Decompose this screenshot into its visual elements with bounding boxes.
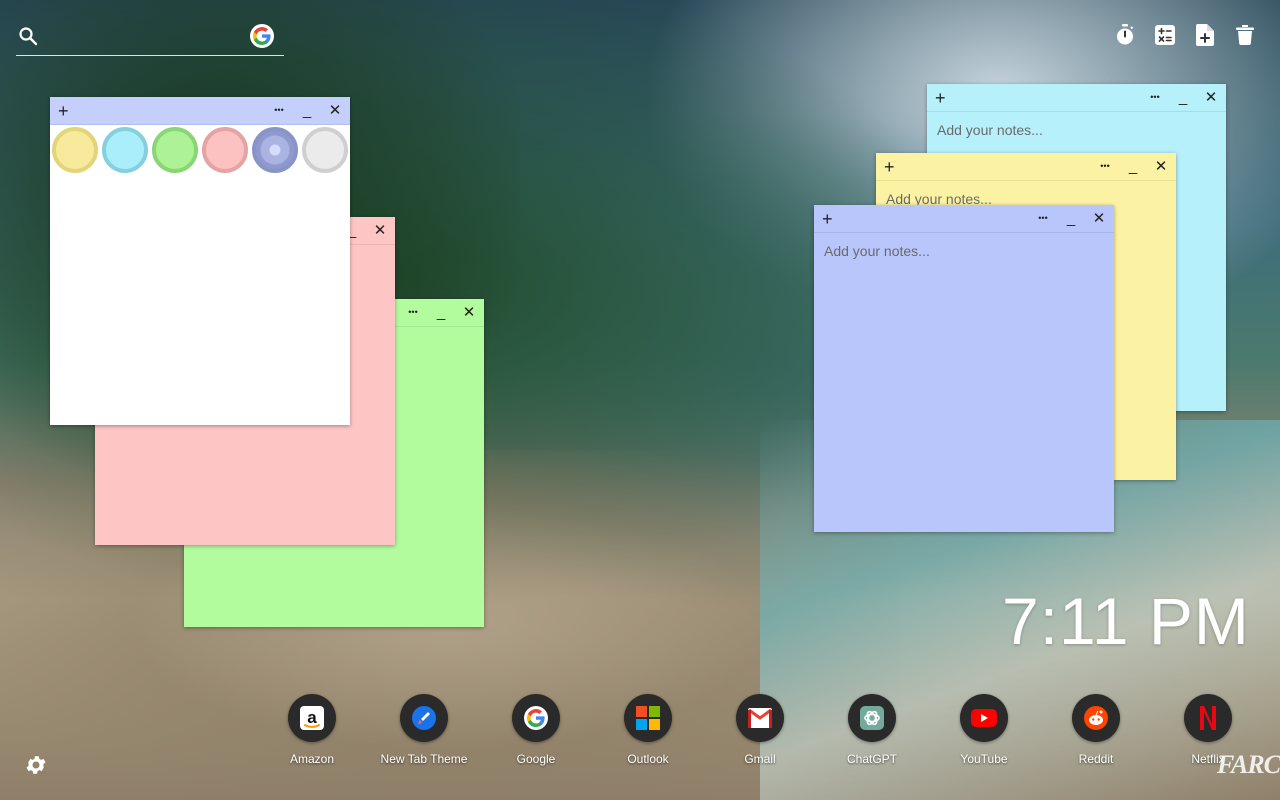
google-icon[interactable] xyxy=(250,24,274,48)
shortcut-new-tab-theme[interactable]: New Tab Theme xyxy=(368,694,480,766)
add-note-icon[interactable]: + xyxy=(58,102,72,120)
shortcut-label: Gmail xyxy=(744,752,776,766)
trash-icon[interactable] xyxy=(1234,24,1256,46)
close-icon[interactable]: ✕ xyxy=(462,305,476,320)
minimize-icon[interactable]: _ xyxy=(1126,159,1140,174)
google-icon xyxy=(512,694,560,742)
top-toolbar xyxy=(1114,24,1256,46)
calculator-icon[interactable] xyxy=(1154,24,1176,46)
shortcut-label: Google xyxy=(516,752,556,766)
wallpaper-logo: FARC xyxy=(1217,750,1280,779)
shortcut-outlook[interactable]: Outlook xyxy=(592,694,704,766)
note-textarea[interactable] xyxy=(824,243,1104,522)
amazon-icon: a xyxy=(288,694,336,742)
add-note-icon[interactable]: + xyxy=(884,158,898,176)
gear-icon[interactable] xyxy=(24,753,48,777)
stopwatch-icon[interactable] xyxy=(1114,24,1136,46)
shortcut-amazon[interactable]: a Amazon xyxy=(256,694,368,766)
shortcut-chatgpt[interactable]: ChatGPT xyxy=(816,694,928,766)
chatgpt-icon xyxy=(848,694,896,742)
more-options-icon[interactable]: ••• xyxy=(1098,162,1112,171)
shortcut-label: Outlook xyxy=(627,752,669,766)
shortcut-reddit[interactable]: Reddit xyxy=(1040,694,1152,766)
note-header[interactable]: + ••• _ ✕ xyxy=(876,153,1176,181)
more-options-icon[interactable]: ••• xyxy=(1036,214,1050,223)
add-file-icon[interactable] xyxy=(1194,24,1216,46)
note-header[interactable]: + ••• _ ✕ xyxy=(814,205,1114,233)
color-picker xyxy=(50,125,350,175)
note-header[interactable]: + ••• _ ✕ xyxy=(927,84,1226,112)
close-icon[interactable]: ✕ xyxy=(1154,159,1168,174)
shortcut-google[interactable]: Google xyxy=(480,694,592,766)
brush-icon xyxy=(400,694,448,742)
shortcut-label: Amazon xyxy=(289,752,335,766)
sticky-note-periwinkle[interactable]: + ••• _ ✕ xyxy=(814,205,1114,532)
shortcut-bar: a Amazon New Tab Theme Google Outlook Gm… xyxy=(256,694,1264,766)
reddit-icon xyxy=(1072,694,1120,742)
add-note-icon[interactable]: + xyxy=(822,210,836,228)
clock: 7:11 PM xyxy=(1002,584,1250,658)
youtube-icon xyxy=(960,694,1008,742)
color-swatch-pink[interactable] xyxy=(202,127,248,173)
gmail-icon xyxy=(736,694,784,742)
color-swatch-white[interactable] xyxy=(302,127,348,173)
windows-icon xyxy=(624,694,672,742)
search-input[interactable] xyxy=(46,24,246,50)
minimize-icon[interactable]: _ xyxy=(1176,90,1190,105)
shortcut-label: Reddit xyxy=(1078,752,1114,766)
minimize-icon[interactable]: _ xyxy=(300,103,314,118)
close-icon[interactable]: ✕ xyxy=(1092,211,1106,226)
sticky-note-white[interactable]: + ••• _ ✕ xyxy=(50,97,350,425)
search-bar xyxy=(16,20,284,56)
color-swatch-yellow[interactable] xyxy=(52,127,98,173)
close-icon[interactable]: ✕ xyxy=(328,103,342,118)
note-header[interactable]: + ••• _ ✕ xyxy=(50,97,350,125)
shortcut-youtube[interactable]: YouTube xyxy=(928,694,1040,766)
more-options-icon[interactable]: ••• xyxy=(272,106,286,115)
minimize-icon[interactable]: _ xyxy=(434,305,448,320)
more-options-icon[interactable]: ••• xyxy=(406,308,420,317)
shortcut-gmail[interactable]: Gmail xyxy=(704,694,816,766)
add-note-icon[interactable]: + xyxy=(935,89,949,107)
more-options-icon[interactable]: ••• xyxy=(1148,93,1162,102)
minimize-icon[interactable]: _ xyxy=(1064,211,1078,226)
color-swatch-cyan[interactable] xyxy=(102,127,148,173)
svg-text:a: a xyxy=(307,708,317,727)
shortcut-label: ChatGPT xyxy=(846,752,897,766)
close-icon[interactable]: ✕ xyxy=(373,223,387,238)
color-swatch-green[interactable] xyxy=(152,127,198,173)
search-icon[interactable] xyxy=(18,26,38,46)
color-swatch-periwinkle[interactable] xyxy=(252,127,298,173)
shortcut-label: New Tab Theme xyxy=(380,752,468,766)
netflix-icon xyxy=(1184,694,1232,742)
close-icon[interactable]: ✕ xyxy=(1204,90,1218,105)
shortcut-label: YouTube xyxy=(960,752,1008,766)
